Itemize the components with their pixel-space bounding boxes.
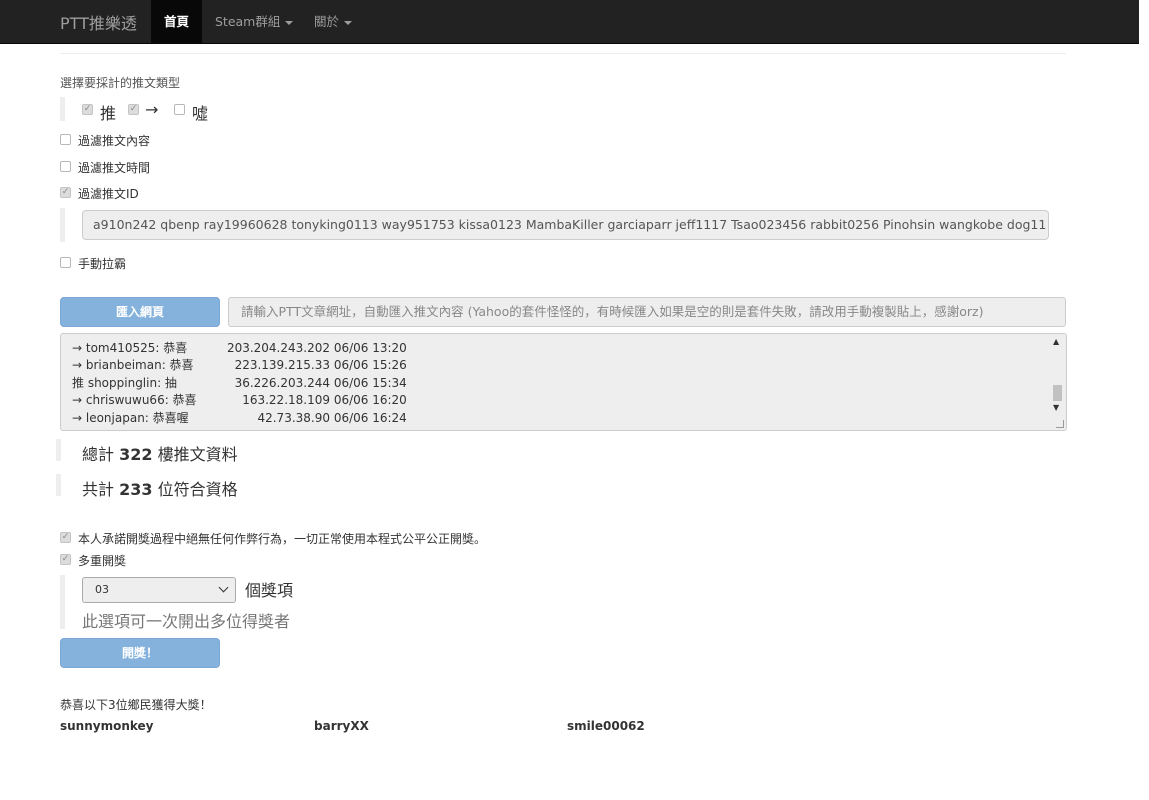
comment-time: 06/06 15:26 (333, 358, 407, 372)
comment-ip: 223.139.215.33 (234, 358, 330, 372)
nav-about-dropdown[interactable]: 關於 (301, 0, 365, 43)
comment-author: → tom410525: 恭喜 (72, 341, 188, 355)
total-count-text: 總計 322 樓推文資料 (82, 441, 238, 465)
blockquote-bar (56, 439, 61, 461)
comment-author: → leonjapan: 恭喜喔 (72, 411, 189, 425)
prize-count-suffix: 個獎項 (245, 581, 294, 600)
blockquote-bar (60, 97, 65, 121)
comment-time: 06/06 16:24 (333, 411, 407, 425)
prize-count-select[interactable]: 03 (82, 577, 236, 603)
result-title: 恭喜以下3位鄉民獲得大獎！ (60, 698, 212, 712)
draw-button[interactable]: 開獎！ (60, 638, 220, 668)
nav-steam-group-dropdown[interactable]: Steam群組 (202, 0, 306, 43)
comment-author: → chriswuwu66: 恭喜 (72, 393, 197, 407)
comments-textarea[interactable]: → tom410525: 恭喜 203.204.243.202 06/06 13:… (60, 333, 1067, 431)
total-count: 322 (119, 445, 153, 464)
eligible-prefix: 共計 (82, 480, 115, 499)
import-button[interactable]: 匯入網頁 (60, 297, 220, 327)
pledge-checkbox[interactable]: ✓ (60, 532, 71, 543)
url-input[interactable]: 請輸入PTT文章網址，自動匯入推文內容 (Yahoo的套件怪怪的，有時候匯入如果… (228, 297, 1066, 327)
scroll-up-arrow-icon[interactable]: ▲ (1053, 338, 1059, 346)
chevron-down-icon (218, 582, 229, 593)
caret-down-icon (344, 20, 353, 25)
blockquote-bar (60, 208, 65, 242)
eligible-count: 233 (119, 480, 153, 499)
pledge-label: 本人承諾開獎過程中絕無任何作弊行為，一切正常使用本程式公平公正開獎。 (78, 532, 487, 546)
eligible-suffix: 位符合資格 (157, 480, 238, 499)
filter-id-label: 過濾推文ID (78, 187, 139, 201)
arrow-label: → (145, 100, 159, 119)
filter-id-checkbox[interactable]: ✓ (60, 187, 71, 198)
scrollbar-thumb[interactable] (1053, 385, 1062, 401)
boo-checkbox[interactable] (174, 104, 185, 115)
manual-label: 手動拉霸 (78, 257, 127, 271)
nav-home[interactable]: 首頁 (151, 0, 202, 43)
push-type-title: 選擇要採計的推文類型 (60, 76, 181, 90)
multi-draw-label: 多重開獎 (78, 554, 127, 568)
comment-line: → tom410525: 恭喜 203.204.243.202 06/06 13:… (72, 339, 407, 356)
eligible-count-text: 共計 233 位符合資格 (82, 476, 238, 500)
nav-steam-group-label: Steam群組 (215, 14, 281, 29)
comment-time: 06/06 13:20 (333, 341, 407, 355)
resize-handle-icon[interactable] (1056, 420, 1064, 428)
filter-time-label: 過濾推文時間 (78, 161, 151, 175)
nav-home-label: 首頁 (163, 14, 189, 29)
prize-count-value: 03 (95, 583, 109, 596)
filter-id-input[interactable]: a910n242 qbenp ray19960628 tonyking0113 … (82, 210, 1049, 240)
multi-draw-checkbox[interactable]: ✓ (60, 554, 71, 565)
comment-line: 推 shoppinglin: 抽 36.226.203.244 06/06 15:… (72, 374, 407, 391)
scroll-down-arrow-icon[interactable]: ▼ (1053, 404, 1059, 412)
comment-line: → chriswuwu66: 恭喜 163.22.18.109 06/06 16:… (72, 391, 407, 408)
caret-down-icon (285, 20, 294, 25)
comment-ip: 36.226.203.244 (234, 376, 330, 390)
blockquote-bar (60, 575, 65, 629)
total-prefix: 總計 (82, 445, 115, 464)
comment-author: 推 shoppinglin: 抽 (72, 376, 177, 390)
comment-ip: 163.22.18.109 (242, 393, 330, 407)
arrow-checkbox[interactable]: ✓ (128, 104, 139, 115)
comment-ip: 203.204.243.202 (226, 341, 330, 355)
comment-time: 06/06 16:20 (333, 393, 407, 407)
comment-author: → brianbeiman: 恭喜 (72, 358, 194, 372)
comment-line: → brianbeiman: 恭喜 223.139.215.33 06/06 15… (72, 356, 407, 373)
winner-name: smile00062 (567, 719, 645, 733)
divider (60, 53, 1066, 54)
filter-content-checkbox[interactable] (60, 134, 71, 145)
push-label: 推 (100, 104, 117, 123)
total-suffix: 樓推文資料 (157, 445, 238, 464)
filter-content-label: 過濾推文內容 (78, 134, 151, 148)
winner-name: sunnymonkey (60, 719, 154, 733)
navbar: PTT推樂透 首頁 Steam群組 關於 (0, 0, 1139, 44)
textarea-scrollbar[interactable]: ▲ ▼ (1049, 334, 1066, 430)
blockquote-bar (56, 474, 61, 496)
brand-logo[interactable]: PTT推樂透 (60, 10, 137, 34)
filter-time-checkbox[interactable] (60, 161, 71, 172)
comment-line: → leonjapan: 恭喜喔 42.73.38.90 06/06 16:24 (72, 409, 407, 426)
push-checkbox[interactable]: ✓ (82, 104, 93, 115)
multi-draw-help: 此選項可一次開出多位得獎者 (82, 612, 291, 631)
manual-checkbox[interactable] (60, 257, 71, 268)
comment-ip: 42.73.38.90 (257, 411, 330, 425)
nav-about-label: 關於 (314, 14, 340, 29)
boo-label: 噓 (192, 104, 209, 123)
winner-name: barryXX (314, 719, 369, 733)
comment-time: 06/06 15:34 (333, 376, 407, 390)
